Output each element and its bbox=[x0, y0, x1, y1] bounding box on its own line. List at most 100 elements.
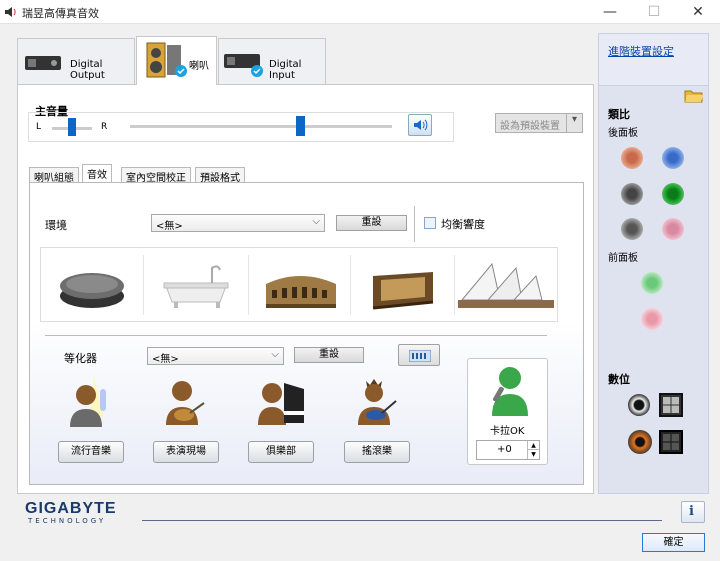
tab-label: 音效 bbox=[87, 170, 107, 181]
divider bbox=[350, 255, 351, 315]
preset-club-button[interactable]: 俱樂部 bbox=[248, 441, 314, 463]
karaoke-label: 卡拉OK bbox=[490, 426, 525, 437]
chevron-down-icon: ⌵ bbox=[312, 216, 320, 227]
pop-singer-icon bbox=[64, 375, 116, 430]
environment-select[interactable]: <無> ⌵ bbox=[151, 214, 325, 232]
stepper-down-icon[interactable]: ▼ bbox=[527, 450, 539, 459]
digital-in-optical-icon[interactable] bbox=[659, 430, 683, 454]
set-default-label: 設為預設裝置 bbox=[500, 121, 560, 132]
front-jack-green[interactable] bbox=[641, 272, 663, 294]
volume-slider-thumb[interactable] bbox=[296, 116, 305, 136]
tab-default-format[interactable]: 預設格式 bbox=[195, 167, 245, 184]
rear-jack-black[interactable] bbox=[621, 183, 643, 205]
karaoke-singer-icon bbox=[484, 362, 532, 418]
env-bathroom-icon[interactable] bbox=[148, 250, 246, 320]
rock-guitarist-icon bbox=[352, 375, 402, 430]
loudness-label: 均衡響度 bbox=[441, 218, 485, 231]
tab-label: Digital Output bbox=[70, 59, 105, 81]
folder-icon[interactable] bbox=[684, 87, 704, 106]
karaoke-value: +0 bbox=[497, 444, 512, 455]
info-icon: i bbox=[689, 504, 694, 519]
analog-title: 類比 bbox=[608, 108, 630, 121]
speaker-device-icon bbox=[145, 41, 189, 84]
divider bbox=[414, 206, 415, 242]
speaker-app-icon bbox=[4, 5, 18, 22]
minimize-button[interactable]: — bbox=[588, 0, 632, 24]
divider bbox=[143, 255, 144, 315]
tab-speaker-config[interactable]: 喇叭組態 bbox=[29, 167, 79, 184]
speaker-icon bbox=[413, 118, 429, 135]
tab-speakers[interactable]: 喇叭 bbox=[136, 36, 217, 85]
equalizer-graphic-button[interactable] bbox=[398, 344, 440, 366]
divider bbox=[454, 255, 455, 315]
balance-slider-thumb[interactable] bbox=[68, 118, 76, 136]
title-bar: 瑞昱高傳真音效 — ☐ ✕ bbox=[0, 0, 720, 24]
tab-sound-effects[interactable]: 音效 bbox=[82, 164, 112, 183]
set-default-device-button[interactable]: 設為預設裝置 ▾ bbox=[495, 113, 583, 133]
rear-jack-pink[interactable] bbox=[662, 218, 684, 240]
section-divider bbox=[45, 335, 547, 336]
tab-label: 喇叭 bbox=[189, 61, 209, 72]
window-title: 瑞昱高傳真音效 bbox=[22, 7, 99, 20]
balance-left-label: L bbox=[36, 122, 42, 132]
button-label: 俱樂部 bbox=[266, 446, 296, 457]
button-label: 流行音樂 bbox=[71, 446, 111, 457]
tab-room-correction[interactable]: 室內空間校正 bbox=[121, 167, 191, 184]
footer-line bbox=[142, 520, 662, 521]
divider bbox=[248, 255, 249, 315]
mute-button[interactable] bbox=[408, 114, 432, 136]
front-panel-label: 前面板 bbox=[608, 253, 638, 264]
environment-label: 環境 bbox=[45, 219, 67, 232]
button-label: 確定 bbox=[663, 537, 684, 548]
digital-out-optical-icon[interactable] bbox=[659, 393, 683, 417]
environment-reset-button[interactable]: 重設 bbox=[336, 215, 407, 231]
karaoke-stepper[interactable]: +0 ▲ ▼ bbox=[476, 440, 540, 460]
digital-output-device-icon bbox=[24, 53, 64, 76]
env-opera-house-icon[interactable] bbox=[458, 250, 556, 320]
button-label: 重設 bbox=[319, 349, 339, 360]
equalizer-reset-button[interactable]: 重設 bbox=[294, 347, 364, 363]
rear-jack-blue[interactable] bbox=[662, 147, 684, 169]
preset-pop-button[interactable]: 流行音樂 bbox=[58, 441, 124, 463]
advanced-settings-link[interactable]: 進階裝置設定 bbox=[608, 43, 674, 59]
ok-button[interactable]: 確定 bbox=[642, 533, 705, 552]
loudness-checkbox[interactable] bbox=[424, 217, 436, 229]
digital-in-coaxial-jack[interactable] bbox=[628, 430, 652, 454]
volume-track bbox=[130, 125, 392, 128]
env-auditorium-icon[interactable] bbox=[355, 250, 453, 320]
preset-live-button[interactable]: 表演現場 bbox=[153, 441, 219, 463]
button-label: 搖滾樂 bbox=[362, 446, 392, 457]
close-button[interactable]: ✕ bbox=[676, 0, 720, 24]
equalizer-label: 等化器 bbox=[64, 352, 97, 365]
right-panel-header bbox=[599, 34, 708, 86]
gigabyte-tagline: TECHNOLOGY bbox=[28, 517, 107, 525]
environment-value: <無> bbox=[156, 221, 183, 232]
digital-title: 數位 bbox=[608, 373, 630, 386]
env-colosseum-icon[interactable] bbox=[252, 250, 350, 320]
env-stone-room-icon[interactable] bbox=[44, 250, 142, 320]
balance-right-label: R bbox=[101, 122, 108, 132]
button-label: 表演現場 bbox=[166, 446, 206, 457]
rear-jack-orange[interactable] bbox=[621, 147, 643, 169]
tab-digital-input[interactable]: Digital Input bbox=[218, 38, 326, 84]
front-jack-pink[interactable] bbox=[641, 308, 663, 330]
tab-label: Digital Input bbox=[269, 59, 302, 81]
preset-rock-button[interactable]: 搖滾樂 bbox=[344, 441, 410, 463]
equalizer-value: <無> bbox=[152, 354, 179, 365]
live-guitarist-icon bbox=[160, 375, 210, 430]
stepper-up-icon[interactable]: ▲ bbox=[527, 441, 539, 450]
tab-digital-output[interactable]: Digital Output bbox=[17, 38, 135, 84]
gigabyte-logo: GIGABYTE bbox=[25, 500, 117, 517]
chevron-down-icon[interactable]: ▾ bbox=[566, 114, 582, 132]
rear-jack-gray[interactable] bbox=[621, 218, 643, 240]
club-pianist-icon bbox=[254, 375, 310, 430]
equalizer-select[interactable]: <無> ⌵ bbox=[147, 347, 284, 365]
equalizer-icon bbox=[408, 349, 432, 365]
info-button[interactable]: i bbox=[681, 501, 705, 523]
digital-input-device-icon bbox=[223, 51, 267, 84]
rear-jack-green-active[interactable] bbox=[662, 183, 684, 205]
chevron-down-icon: ⌵ bbox=[271, 349, 279, 360]
digital-out-coaxial-jack[interactable] bbox=[628, 394, 650, 416]
maximize-button[interactable]: ☐ bbox=[632, 0, 676, 24]
rear-panel-label: 後面板 bbox=[608, 128, 638, 139]
